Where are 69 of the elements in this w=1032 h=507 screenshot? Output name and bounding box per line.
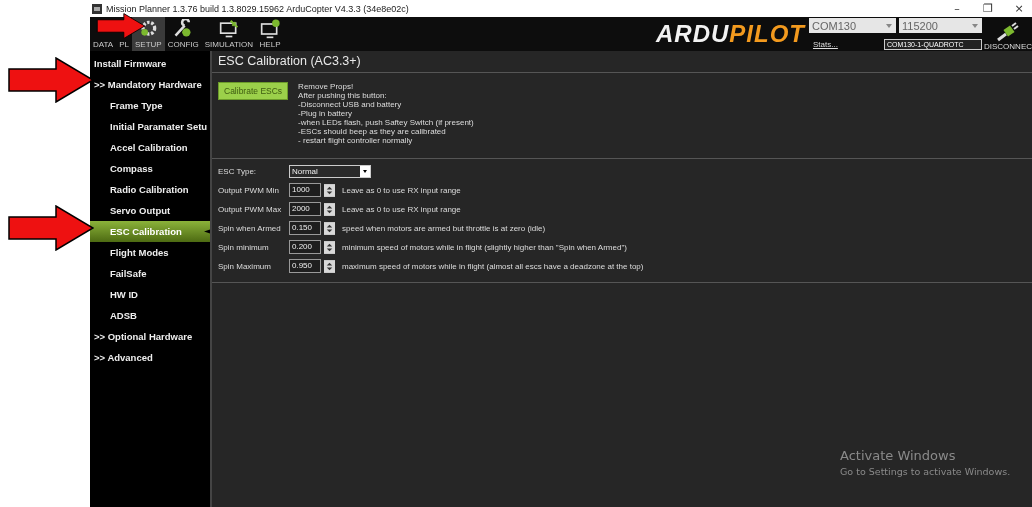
- number-field[interactable]: 1000: [289, 183, 321, 197]
- instruction-line: After pushing this button:: [298, 91, 388, 100]
- field-hint: Leave as 0 to use RX input range: [342, 204, 461, 214]
- sidebar-item[interactable]: Initial Paramater Setu: [90, 116, 210, 137]
- stats-link[interactable]: Stats...: [809, 40, 881, 49]
- field-label: Output PWM Min: [218, 185, 280, 195]
- field-label: Spin when Armed: [218, 223, 282, 233]
- sidebar-item[interactable]: >> Mandatory Hardware: [90, 74, 210, 95]
- calibrate-button[interactable]: Calibrate ESCs: [218, 82, 289, 100]
- monitor-help-icon: [259, 19, 282, 39]
- activation-title: Activate Windows: [840, 448, 957, 463]
- sidebar-item[interactable]: Accel Calibration: [90, 137, 210, 158]
- instruction-line: -when LEDs flash, push Saftey Switch (if present): [298, 118, 474, 127]
- toolbar-tab[interactable]: PL: [116, 39, 132, 51]
- field-hint: speed when motors are armed but throttle is at zero (idle): [342, 223, 546, 233]
- sidebar-item[interactable]: Servo Output: [90, 200, 210, 221]
- page-title: ESC Calibration (AC3.3+): [212, 51, 1032, 73]
- sidebar-item[interactable]: >> Optional Hardware: [90, 326, 210, 347]
- instruction-line: Remove Props!: [298, 82, 355, 91]
- instruction-line: -Plug in battery: [298, 109, 353, 118]
- field-hint: Leave as 0 to use RX input range: [342, 185, 461, 195]
- sidebar-item[interactable]: ADSB: [90, 305, 210, 326]
- number-field[interactable]: 0.200: [289, 240, 321, 254]
- activation-text: Go to Settings to activate Windows.: [840, 466, 1011, 477]
- field-hint: maximum speed of motors while in flight (almost all escs have a deadzone at the top): [342, 261, 644, 271]
- baud-dropdown[interactable]: 115200: [899, 18, 982, 33]
- caret-icon: [972, 23, 978, 28]
- app-icon: [92, 3, 102, 14]
- toolbar-tab[interactable]: CONFIG: [164, 17, 202, 51]
- sidebar-item[interactable]: FailSafe: [90, 263, 210, 284]
- number-field[interactable]: 2000: [289, 202, 321, 216]
- sidebar-item[interactable]: ESC Calibration: [90, 221, 210, 242]
- ardupilot-logo: ARDUPILOT: [656, 20, 805, 48]
- sidebar-item[interactable]: >> Advanced: [90, 347, 210, 368]
- sidebar-item[interactable]: Flight Modes: [90, 242, 210, 263]
- spinner-arrows-icon[interactable]: [324, 202, 335, 216]
- caret-icon: [886, 23, 892, 28]
- spinner-arrows-icon[interactable]: [324, 259, 335, 273]
- spinner-arrows-icon[interactable]: [324, 221, 335, 235]
- number-field[interactable]: 0.950: [289, 259, 321, 273]
- esc-type-dropdown[interactable]: Normal: [289, 164, 371, 178]
- toolbar-tab[interactable]: HELP: [256, 17, 285, 51]
- toolbar-tab[interactable]: SIMULATION: [201, 17, 257, 51]
- field-label: Spin Maximum: [218, 261, 272, 271]
- sidebar-item[interactable]: Frame Type: [90, 95, 210, 116]
- number-field[interactable]: 0.150: [289, 221, 321, 235]
- toolbar-tab[interactable]: DATA: [90, 39, 117, 51]
- window-control[interactable]: ×: [1006, 2, 1032, 15]
- monitor-plane-icon: [217, 19, 240, 39]
- sidebar-item[interactable]: Radio Calibration: [90, 179, 210, 200]
- sidebar-item[interactable]: Install Firmware: [90, 53, 210, 74]
- field-label: ESC Type:: [218, 166, 258, 176]
- spinner-arrows-icon[interactable]: [324, 183, 335, 197]
- sidebar-item[interactable]: Compass: [90, 158, 210, 179]
- instruction-line: -Disconnect USB and battery: [298, 100, 403, 109]
- spinner-arrows-icon[interactable]: [324, 240, 335, 254]
- field-label: Output PWM Max: [218, 204, 283, 214]
- sidebar-item[interactable]: HW ID: [90, 284, 210, 305]
- window-title: Mission Planner 1.3.76 build 1.3.8029.15962 ArduCopter V4.3.3 (34e8e02c): [106, 3, 409, 14]
- field-label: Spin minimum: [218, 242, 270, 252]
- field-hint: minimum speed of motors while in flight (slightly higher than "Spin when Armed"): [342, 242, 627, 252]
- instruction-line: -ESCs should beep as they are calibrated: [298, 127, 447, 136]
- disconnect-label[interactable]: DISCONNEC: [984, 42, 1032, 51]
- window-control[interactable]: ❐: [975, 2, 1001, 15]
- window-control[interactable]: –: [944, 2, 970, 15]
- plug-icon: [996, 22, 1020, 42]
- instruction-line: - restart flight controller normally: [298, 136, 414, 145]
- caret-icon: [360, 165, 370, 177]
- port-dropdown[interactable]: COM130: [809, 18, 896, 33]
